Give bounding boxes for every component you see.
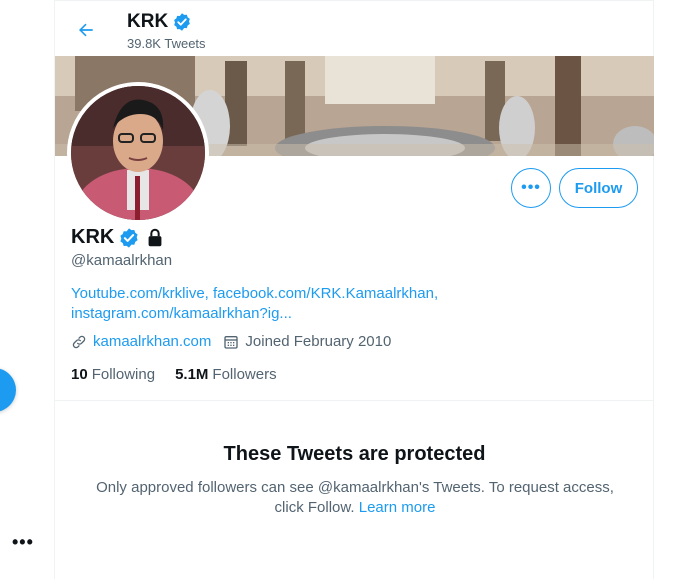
profile-header-bar: KRK 39.8K Tweets [55,0,654,56]
followers-label: Followers [212,366,277,383]
following-label: Following [91,366,156,383]
verified-badge-icon [174,13,191,31]
display-name-row: KRK [71,226,166,249]
profile-stats: 10 Following 5.1M Followers [71,366,277,383]
back-arrow-icon [79,23,93,37]
section-divider [55,400,654,401]
header-tweet-count: 39.8K Tweets [127,36,206,51]
joined-date: Joined February 2010 [245,333,392,350]
header-name-row: KRK [127,11,192,33]
profile-avatar[interactable] [67,82,209,224]
followers-count: 5.1M [175,366,209,383]
more-options-button[interactable]: ••• [511,168,551,208]
more-menu-button[interactable]: ••• [12,533,34,551]
back-button[interactable] [69,13,103,47]
joined-item: Joined February 2010 [223,333,391,350]
verified-badge-icon [120,227,138,248]
learn-more-link[interactable]: Learn more [359,499,436,516]
compose-tweet-button[interactable] [0,368,16,412]
protected-message: Only approved followers can see @kamaalr… [85,478,625,518]
website-link[interactable]: kamaalrkhan.com [93,333,211,350]
protected-title: These Tweets are protected [223,443,486,465]
avatar-image [71,86,205,220]
lock-icon [148,228,162,246]
profile-handle: @kamaalrkhan [71,252,173,269]
followers-link[interactable]: 5.1M Followers [175,366,277,383]
follow-button[interactable]: Follow [559,168,638,208]
profile-column: KRK 39.8K Tweets ••• Follow KRK @kamaalr… [54,0,654,579]
header-name: KRK [127,11,169,32]
following-link[interactable]: 10 Following [71,366,155,383]
website-item: kamaalrkhan.com [71,333,211,350]
link-icon [72,335,86,348]
protected-body-text: Only approved followers can see @kamaalr… [96,479,614,516]
display-name: KRK [71,226,115,248]
profile-meta: kamaalrkhan.com Joined February 2010 [71,333,403,350]
following-count: 10 [71,366,88,383]
left-rail: ••• [0,0,54,579]
profile-bio-links[interactable]: Youtube.com/krklive, facebook.com/KRK.Ka… [71,284,631,324]
calendar-icon [224,335,239,349]
